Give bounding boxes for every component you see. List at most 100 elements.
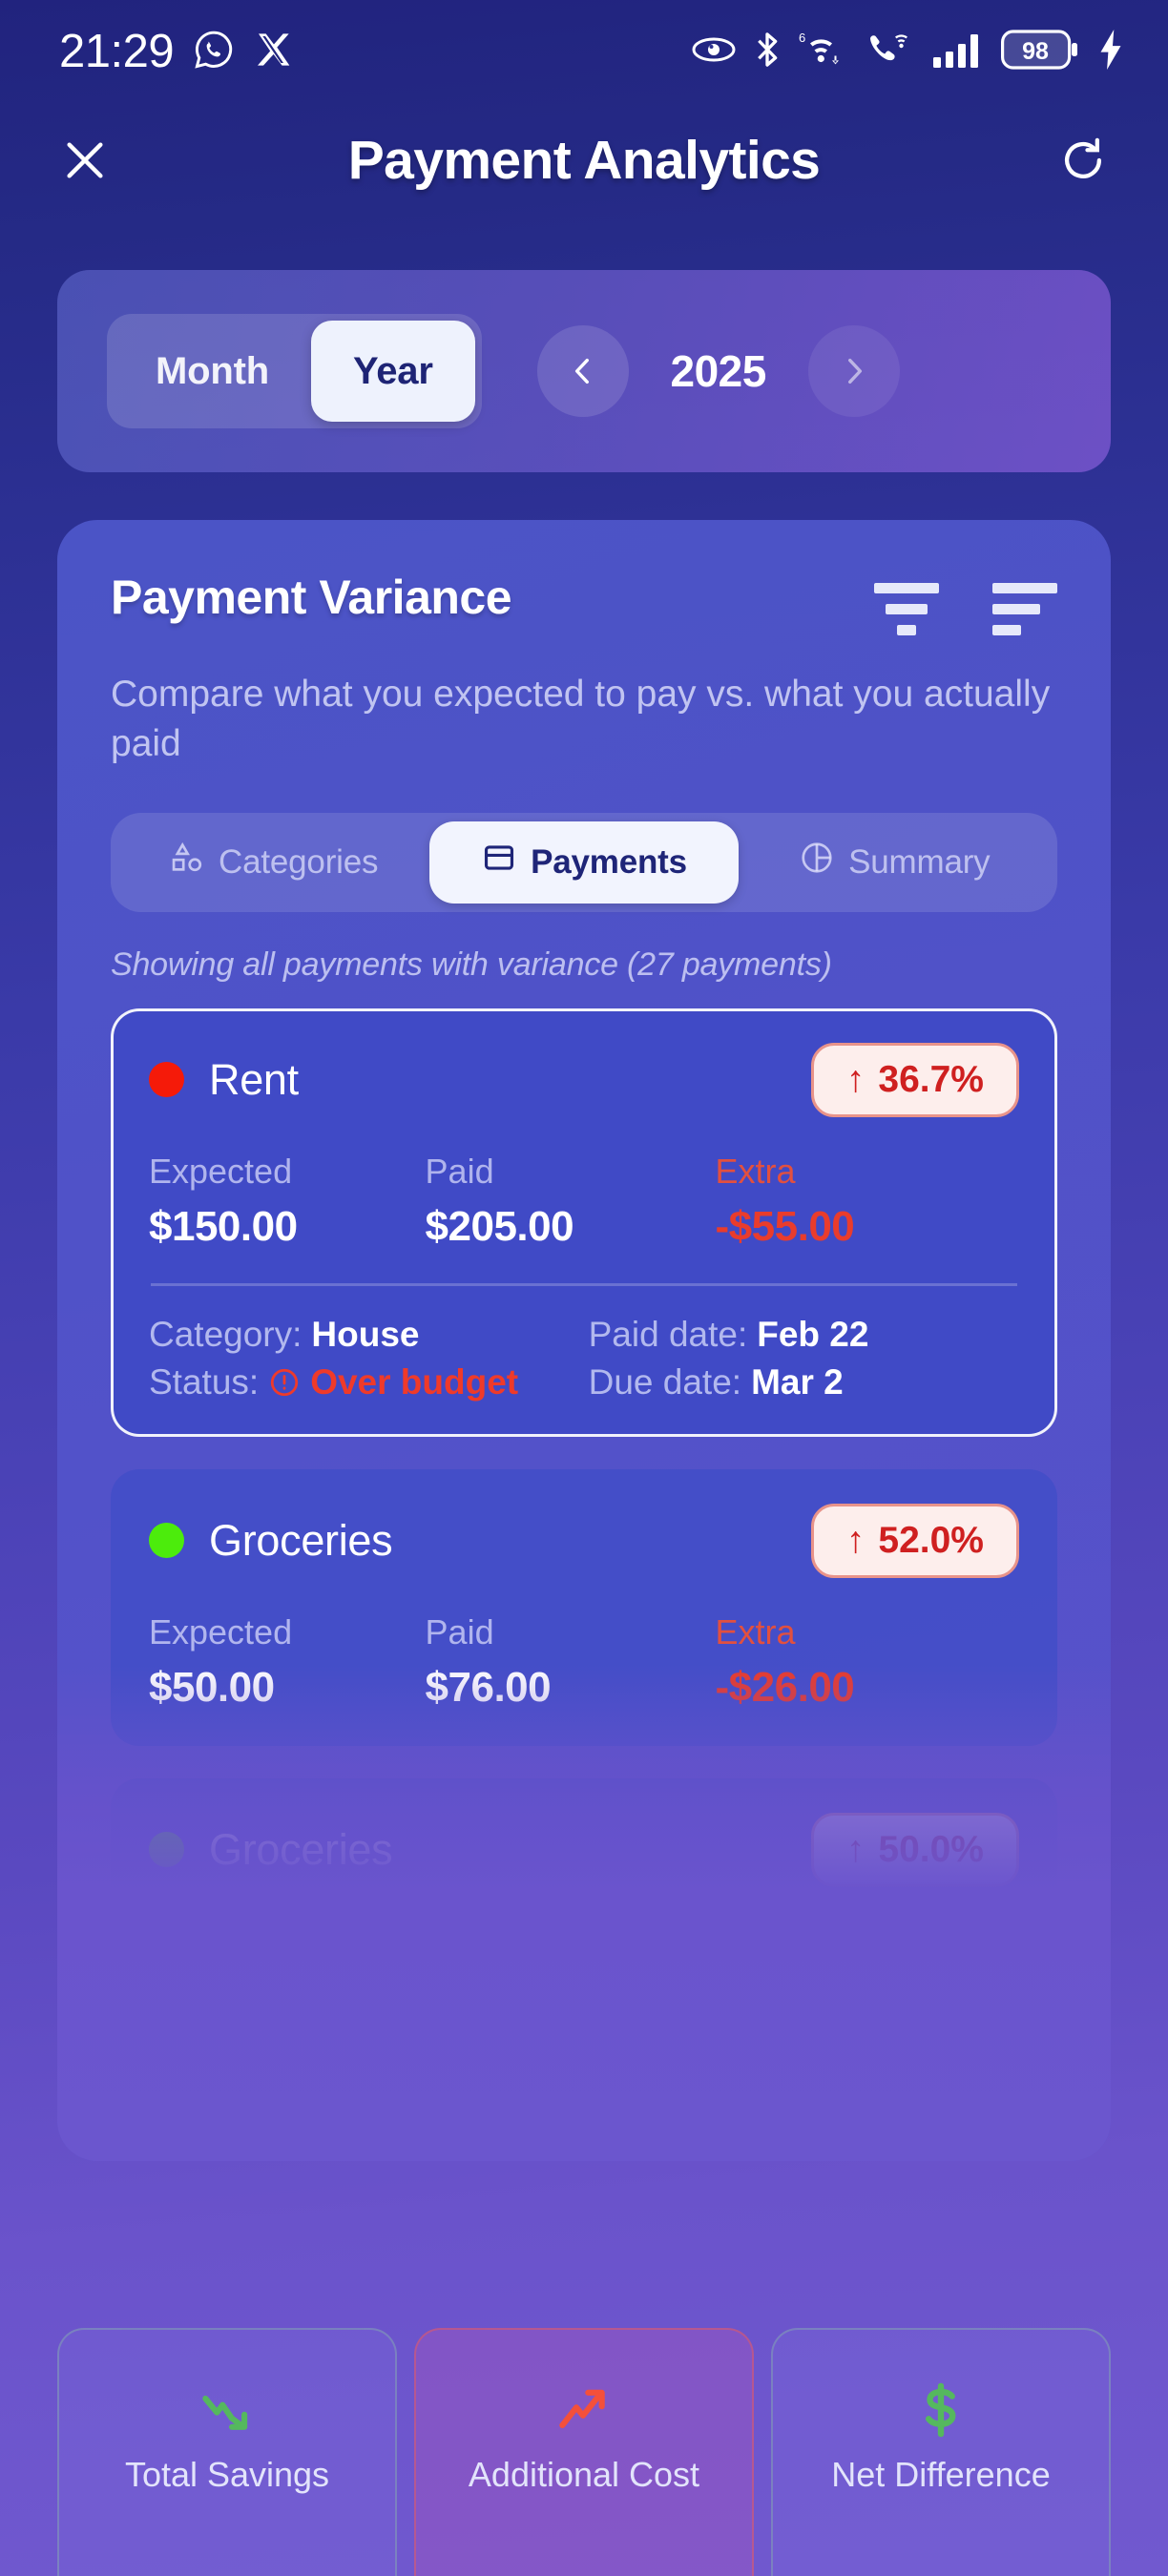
expected-label: Expected bbox=[149, 1151, 293, 1191]
stat-additional-cost[interactable]: Additional Cost bbox=[414, 2328, 754, 2576]
payment-color-dot bbox=[149, 1523, 184, 1559]
refresh-button[interactable] bbox=[1048, 125, 1118, 196]
whatsapp-icon bbox=[193, 29, 235, 75]
close-button[interactable] bbox=[50, 125, 120, 196]
stat-net-difference[interactable]: Net Difference bbox=[771, 2328, 1111, 2576]
paid-value: $76.00 bbox=[425, 1663, 552, 1711]
chevron-left-icon bbox=[574, 358, 589, 384]
card-icon bbox=[481, 840, 517, 884]
current-year-label: 2025 bbox=[670, 346, 767, 396]
filter-icon[interactable] bbox=[874, 583, 939, 635]
paid-date-value: Feb 22 bbox=[757, 1314, 869, 1354]
paid-value: $205.00 bbox=[425, 1202, 574, 1250]
status-cell: Status: Over budget bbox=[149, 1362, 589, 1402]
variance-percent: 52.0% bbox=[878, 1519, 984, 1561]
status-bar: 21:29 6 98 bbox=[0, 0, 1168, 103]
app-header: Payment Analytics bbox=[0, 103, 1168, 218]
expected-value: $150.00 bbox=[149, 1202, 298, 1250]
payment-name-group: Rent bbox=[149, 1055, 299, 1105]
stat-label: Net Difference bbox=[831, 2455, 1051, 2494]
period-month-button[interactable]: Month bbox=[114, 321, 311, 422]
payment-row[interactable]: Groceries ↑ 50.0% bbox=[111, 1777, 1057, 1922]
tab-payments[interactable]: Payments bbox=[429, 821, 739, 904]
extra-column: Extra -$26.00 bbox=[716, 1612, 1019, 1712]
alert-circle-icon bbox=[271, 1368, 299, 1396]
variance-title: Payment Variance bbox=[111, 571, 512, 624]
payment-name: Groceries bbox=[209, 1515, 393, 1565]
paid-column: Paid $76.00 bbox=[426, 1612, 716, 1712]
tab-payments-label: Payments bbox=[531, 842, 687, 881]
variance-subtitle: Compare what you expected to pay vs. wha… bbox=[111, 674, 1051, 764]
chevron-right-icon bbox=[847, 358, 862, 384]
payment-meta-row: Status: Over budget Due date: Mar 2 bbox=[149, 1362, 1019, 1402]
variance-percent: 36.7% bbox=[878, 1058, 984, 1100]
expected-value: $50.00 bbox=[149, 1663, 275, 1711]
call-wifi-icon bbox=[866, 31, 915, 73]
payment-amounts: Expected $50.00 Paid $76.00 Extra -$26.0… bbox=[149, 1612, 1019, 1712]
status-value: Over budget bbox=[310, 1361, 519, 1402]
status-time: 21:29 bbox=[59, 26, 175, 77]
signal-icon bbox=[931, 31, 985, 73]
summary-stats-bar: Total Savings Additional Cost Net Differ… bbox=[57, 2328, 1111, 2576]
page-title: Payment Analytics bbox=[347, 130, 821, 191]
battery-icon: 98 bbox=[1001, 29, 1081, 74]
shapes-icon bbox=[169, 840, 205, 884]
payment-row-header: Groceries ↑ 50.0% bbox=[149, 1812, 1019, 1887]
bluetooth-icon bbox=[753, 30, 782, 74]
payment-name-group: Groceries bbox=[149, 1825, 393, 1875]
due-date-value: Mar 2 bbox=[751, 1361, 844, 1402]
payment-row[interactable]: Rent ↑ 36.7% Expected $150.00 Paid $205.… bbox=[111, 1008, 1057, 1437]
paid-column: Paid $205.00 bbox=[426, 1152, 716, 1251]
status-bar-left: 21:29 bbox=[59, 25, 292, 78]
tab-summary[interactable]: Summary bbox=[740, 821, 1049, 904]
variance-badge: ↑ 52.0% bbox=[810, 1503, 1019, 1578]
variance-badge: ↑ 50.0% bbox=[810, 1812, 1019, 1887]
payment-meta-row: Category: House Paid date: Feb 22 bbox=[149, 1315, 1019, 1355]
tab-categories[interactable]: Categories bbox=[119, 821, 428, 904]
prev-year-button[interactable] bbox=[536, 325, 629, 417]
period-segmented-control: Month Year bbox=[107, 314, 482, 428]
arrow-up-icon: ↑ bbox=[845, 1059, 866, 1101]
variance-percent: 50.0% bbox=[878, 1828, 984, 1870]
paid-label: Paid bbox=[425, 1151, 494, 1191]
tab-summary-label: Summary bbox=[848, 842, 991, 881]
variance-badge: ↑ 36.7% bbox=[810, 1042, 1019, 1117]
trend-up-icon bbox=[553, 2366, 615, 2454]
status-bar-right: 6 98 bbox=[691, 29, 1124, 74]
period-year-button[interactable]: Year bbox=[310, 321, 475, 422]
category-cell: Category: House bbox=[149, 1315, 589, 1355]
row-divider bbox=[151, 1282, 1017, 1286]
due-date-label: Due date: bbox=[588, 1361, 742, 1402]
payment-color-dot bbox=[149, 1832, 184, 1868]
variance-tabs: Categories Payments Summary bbox=[111, 812, 1057, 912]
payment-row-header: Groceries ↑ 52.0% bbox=[149, 1503, 1019, 1578]
payment-meta: Category: House Paid date: Feb 22 Status… bbox=[149, 1315, 1019, 1402]
tab-categories-label: Categories bbox=[219, 842, 379, 881]
year-navigator: 2025 bbox=[536, 325, 900, 417]
stat-total-savings[interactable]: Total Savings bbox=[57, 2328, 397, 2576]
stat-label: Additional Cost bbox=[468, 2455, 700, 2494]
payment-row[interactable]: Groceries ↑ 52.0% Expected $50.00 Paid $… bbox=[111, 1468, 1057, 1746]
eye-icon bbox=[691, 35, 737, 69]
trend-down-icon bbox=[197, 2366, 258, 2454]
payment-row-header: Rent ↑ 36.7% bbox=[149, 1042, 1019, 1117]
paid-date-label: Paid date: bbox=[588, 1314, 748, 1354]
arrow-up-icon: ↑ bbox=[845, 1829, 866, 1871]
expected-column: Expected $50.00 bbox=[149, 1612, 426, 1712]
battery-level: 98 bbox=[1022, 38, 1049, 65]
extra-column: Extra -$55.00 bbox=[716, 1152, 1019, 1251]
next-year-button[interactable] bbox=[807, 325, 900, 417]
arrow-up-icon: ↑ bbox=[845, 1520, 866, 1562]
variance-card-header: Payment Variance bbox=[111, 570, 1057, 635]
extra-label: Extra bbox=[715, 1151, 796, 1191]
x-twitter-icon bbox=[254, 31, 292, 73]
period-selector-bar: Month Year 2025 bbox=[57, 270, 1111, 472]
sort-icon[interactable] bbox=[992, 583, 1057, 635]
expected-column: Expected $150.00 bbox=[149, 1152, 426, 1251]
wifi-6-icon: 6 bbox=[798, 30, 849, 74]
extra-value: -$55.00 bbox=[715, 1202, 855, 1250]
paid-date-cell: Paid date: Feb 22 bbox=[589, 1315, 1019, 1355]
payment-name-group: Groceries bbox=[149, 1515, 393, 1566]
extra-value: -$26.00 bbox=[715, 1663, 855, 1711]
category-value: House bbox=[311, 1314, 420, 1354]
